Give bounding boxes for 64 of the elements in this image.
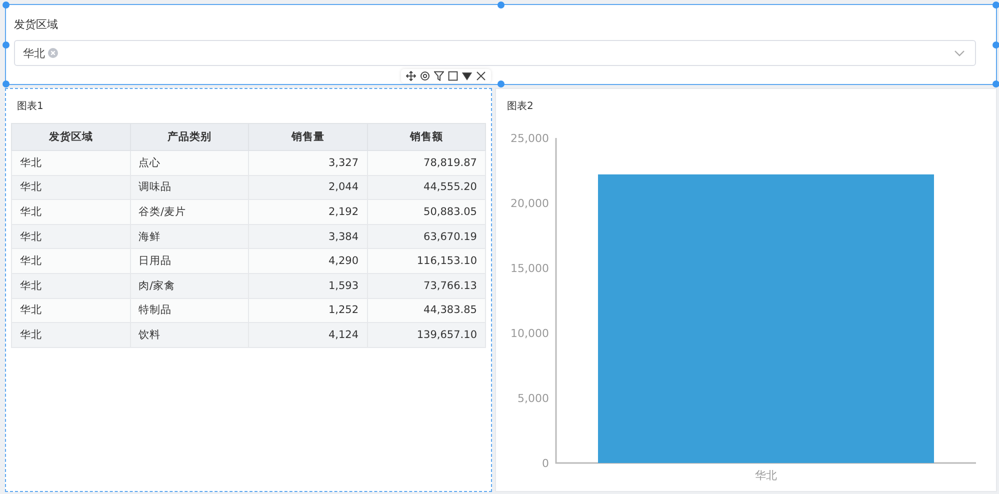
- maximize-icon[interactable]: [448, 71, 458, 81]
- axis-tick-label: 25,000: [510, 132, 549, 145]
- axis-tick-label: 20,000: [510, 197, 549, 210]
- column-header: 销售额: [367, 124, 486, 150]
- table-cell: 日用品: [130, 248, 248, 274]
- table-cell: 44,555.20: [367, 175, 486, 200]
- table-cell: 4,290: [248, 248, 367, 274]
- table-cell: 谷类/麦片: [130, 200, 248, 224]
- panel-title: 图表2: [507, 100, 534, 113]
- axis-category-label: 华北: [755, 469, 777, 482]
- table-cell: 特制品: [130, 298, 248, 323]
- filter-icon[interactable]: [434, 71, 444, 81]
- column-header: 产品类别: [130, 124, 248, 150]
- table-cell: 华北: [12, 298, 130, 323]
- dropdown-caret-icon[interactable]: [954, 50, 965, 56]
- region-select[interactable]: 华北: [14, 40, 976, 66]
- caret-down-icon[interactable]: [462, 71, 472, 81]
- table-cell: 4,124: [248, 322, 367, 348]
- table-cell: 3,384: [248, 224, 367, 249]
- table-cell: 44,383.85: [367, 298, 486, 323]
- column-header: 发货区域: [12, 124, 130, 150]
- tag-label: 华北: [23, 46, 45, 60]
- axis-tick-label: 15,000: [510, 262, 549, 275]
- table-cell: 饮料: [130, 322, 248, 348]
- move-icon[interactable]: [406, 71, 416, 81]
- filter-label: 发货区域: [14, 17, 59, 32]
- table-cell: 肉/家禽: [130, 273, 248, 298]
- table-cell: 华北: [12, 150, 130, 176]
- resize-handle[interactable]: [2, 2, 10, 8]
- table-cell: 2,044: [248, 175, 367, 200]
- resize-handle[interactable]: [992, 80, 999, 88]
- table-cell: 华北: [12, 273, 130, 298]
- table-cell: 78,819.87: [367, 150, 486, 176]
- resize-handle[interactable]: [2, 80, 10, 88]
- table-cell: 2,192: [248, 200, 367, 224]
- table-cell: 华北: [12, 322, 130, 348]
- table-cell: 1,593: [248, 273, 367, 298]
- settings-icon[interactable]: [420, 71, 430, 81]
- table-cell: 63,670.19: [367, 224, 486, 249]
- column-header: 销售量: [248, 124, 367, 150]
- table-cell: 3,327: [248, 150, 367, 176]
- table-cell: 海鲜: [130, 224, 248, 249]
- axis-tick-label: 5,000: [518, 392, 549, 405]
- table-cell: 华北: [12, 200, 130, 224]
- close-icon[interactable]: [476, 71, 486, 81]
- table-cell: 50,883.05: [367, 200, 486, 224]
- table-cell: 139,657.10: [367, 322, 486, 348]
- table-cell: 1,252: [248, 298, 367, 323]
- table-cell: 73,766.13: [367, 273, 486, 298]
- resize-handle[interactable]: [498, 2, 504, 8]
- resize-handle[interactable]: [992, 2, 999, 8]
- table-cell: 点心: [130, 150, 248, 176]
- resize-handle[interactable]: [992, 41, 999, 48]
- table-cell: 华北: [12, 175, 130, 200]
- panel-title: 图表1: [17, 100, 44, 113]
- axis-tick-label: 0: [542, 457, 549, 470]
- axis-tick-label: 10,000: [510, 327, 549, 340]
- resize-handle[interactable]: [498, 80, 504, 88]
- table-cell: 调味品: [130, 175, 248, 200]
- table-cell: 116,153.10: [367, 248, 486, 274]
- table-cell: 华北: [12, 224, 130, 249]
- remove-tag-icon[interactable]: [48, 48, 58, 58]
- resize-handle[interactable]: [2, 41, 10, 48]
- table-cell: 华北: [12, 248, 130, 274]
